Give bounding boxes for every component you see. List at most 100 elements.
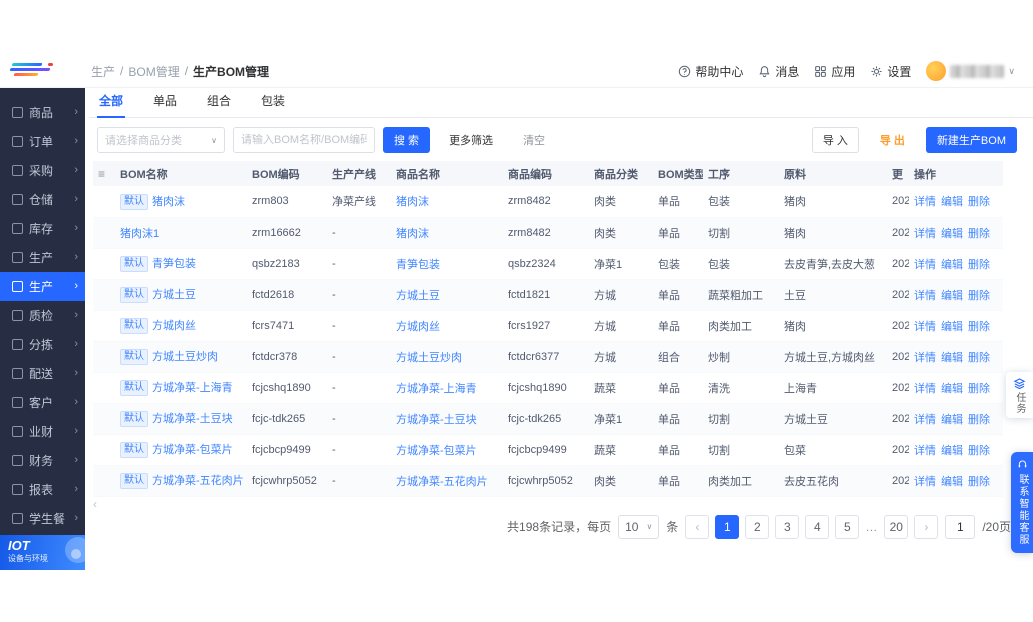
row-action-edit[interactable]: 编辑: [941, 259, 963, 271]
bom-name-link[interactable]: 方城土豆: [152, 289, 196, 301]
row-action-delete[interactable]: 删除: [968, 414, 990, 426]
user-menu[interactable]: ∨: [926, 61, 1015, 81]
sidebar-item-sorting[interactable]: 分拣 ›: [0, 330, 85, 359]
sidebar-item-finance[interactable]: 财务 ›: [0, 446, 85, 475]
import-button[interactable]: 导 入: [811, 127, 859, 153]
bom-name-link[interactable]: 猪肉沫1: [120, 228, 159, 240]
sidebar-item-production-2[interactable]: 生产 ›: [0, 272, 85, 301]
sidebar-item-products[interactable]: 商品 ›: [0, 98, 85, 127]
bom-name-link[interactable]: 方城净菜-五花肉片: [152, 475, 244, 487]
row-action-delete[interactable]: 删除: [968, 476, 990, 488]
product-name-link[interactable]: 方城净菜-上海青: [396, 383, 477, 395]
product-name-link[interactable]: 方城净菜-土豆块: [396, 414, 477, 426]
sidebar-item-delivery[interactable]: 配送 ›: [0, 359, 85, 388]
row-action-edit[interactable]: 编辑: [941, 414, 963, 426]
more-filters-button[interactable]: 更多筛选: [438, 127, 504, 153]
row-action-detail[interactable]: 详情: [914, 228, 936, 240]
page-button-20[interactable]: 20: [884, 514, 909, 539]
sidebar-item-production-1[interactable]: 生产 ›: [0, 243, 85, 272]
product-name-link[interactable]: 方城土豆炒肉: [396, 352, 462, 364]
page-size-select[interactable]: 10 ∨: [618, 514, 660, 539]
row-action-edit[interactable]: 编辑: [941, 476, 963, 488]
row-action-detail[interactable]: 详情: [914, 196, 936, 208]
sidebar-item-business-finance[interactable]: 业财 ›: [0, 417, 85, 446]
create-bom-button[interactable]: 新建生产BOM: [925, 127, 1017, 153]
product-name-link[interactable]: 青笋包装: [396, 259, 440, 271]
row-action-edit[interactable]: 编辑: [941, 383, 963, 395]
sidebar-item-orders[interactable]: 订单 ›: [0, 127, 85, 156]
row-action-detail[interactable]: 详情: [914, 290, 936, 302]
row-action-edit[interactable]: 编辑: [941, 321, 963, 333]
row-action-detail[interactable]: 详情: [914, 445, 936, 457]
tab-package[interactable]: 包装: [259, 92, 287, 117]
row-action-detail[interactable]: 详情: [914, 476, 936, 488]
tab-single[interactable]: 单品: [151, 92, 179, 117]
sidebar-item-reports[interactable]: 报表 ›: [0, 475, 85, 504]
help-center-button[interactable]: 帮助中心: [678, 63, 743, 80]
page-button-3[interactable]: 3: [775, 514, 800, 539]
keyword-input[interactable]: [241, 134, 367, 146]
row-action-edit[interactable]: 编辑: [941, 445, 963, 457]
row-action-edit[interactable]: 编辑: [941, 352, 963, 364]
row-action-delete[interactable]: 删除: [968, 196, 990, 208]
sidebar-item-quality[interactable]: 质检 ›: [0, 301, 85, 330]
page-button-4[interactable]: 4: [805, 514, 830, 539]
page-button-5[interactable]: 5: [835, 514, 860, 539]
task-float-button[interactable]: 任务: [1006, 372, 1033, 418]
row-action-delete[interactable]: 删除: [968, 228, 990, 240]
bom-name-link[interactable]: 猪肉沫: [152, 196, 185, 208]
row-action-edit[interactable]: 编辑: [941, 290, 963, 302]
apps-button[interactable]: 应用: [814, 63, 855, 80]
next-page-button[interactable]: ›: [914, 514, 939, 539]
page-jump-input[interactable]: [945, 514, 976, 539]
bom-name-link[interactable]: 青笋包装: [152, 258, 196, 270]
row-action-edit[interactable]: 编辑: [941, 228, 963, 240]
row-action-delete[interactable]: 删除: [968, 290, 990, 302]
product-name-link[interactable]: 方城净菜-五花肉片: [396, 476, 488, 488]
sidebar-item-purchasing[interactable]: 采购 ›: [0, 156, 85, 185]
tab-all[interactable]: 全部: [97, 92, 126, 118]
bom-name-link[interactable]: 方城净菜-土豆块: [152, 413, 233, 425]
product-name-link[interactable]: 猪肉沫: [396, 228, 429, 240]
row-action-delete[interactable]: 删除: [968, 383, 990, 395]
row-action-delete[interactable]: 删除: [968, 352, 990, 364]
search-button[interactable]: 搜 索: [383, 127, 431, 153]
tab-combo[interactable]: 组合: [205, 92, 233, 117]
sidebar-item-warehousing[interactable]: 仓储 ›: [0, 185, 85, 214]
export-button[interactable]: 导 出: [869, 127, 916, 153]
settings-button[interactable]: 设置: [870, 63, 911, 80]
breadcrumb-item[interactable]: BOM管理: [128, 63, 179, 80]
product-name-link[interactable]: 方城土豆: [396, 290, 440, 302]
row-action-detail[interactable]: 详情: [914, 383, 936, 395]
sidebar-item-student-meals[interactable]: 学生餐 ›: [0, 504, 85, 533]
contact-service-button[interactable]: 联系智能客服: [1011, 452, 1033, 553]
sidebar-item-customers[interactable]: 客户 ›: [0, 388, 85, 417]
bom-name-link[interactable]: 方城肉丝: [152, 320, 196, 332]
category-select[interactable]: 请选择商品分类 ∨: [97, 127, 225, 153]
breadcrumb-item[interactable]: 生产: [91, 63, 115, 80]
column-settings-icon[interactable]: ≡: [98, 167, 105, 181]
row-action-detail[interactable]: 详情: [914, 352, 936, 364]
row-action-edit[interactable]: 编辑: [941, 196, 963, 208]
row-action-detail[interactable]: 详情: [914, 414, 936, 426]
page-button-2[interactable]: 2: [745, 514, 770, 539]
clear-filters-button[interactable]: 清空: [512, 127, 556, 153]
row-action-delete[interactable]: 删除: [968, 259, 990, 271]
row-action-detail[interactable]: 详情: [914, 259, 936, 271]
row-select-cell: [93, 186, 115, 218]
bom-name-link[interactable]: 方城土豆炒肉: [152, 351, 218, 363]
prev-page-button[interactable]: ‹: [685, 514, 710, 539]
bom-name-link[interactable]: 方城净菜-上海青: [152, 382, 233, 394]
messages-button[interactable]: 消息: [758, 63, 799, 80]
row-action-detail[interactable]: 详情: [914, 321, 936, 333]
row-action-delete[interactable]: 删除: [968, 445, 990, 457]
sidebar-item-inventory[interactable]: 库存 ›: [0, 214, 85, 243]
row-action-delete[interactable]: 删除: [968, 321, 990, 333]
product-name-link[interactable]: 方城净菜-包菜片: [396, 445, 477, 457]
product-name-link[interactable]: 方城肉丝: [396, 321, 440, 333]
table-scroll-left-arrow[interactable]: ‹: [93, 497, 97, 511]
product-name-link[interactable]: 猪肉沫: [396, 196, 429, 208]
bom-name-link[interactable]: 方城净菜-包菜片: [152, 444, 233, 456]
sidebar-iot-panel[interactable]: IOT 设备与环境: [0, 535, 85, 570]
page-button-1[interactable]: 1: [715, 514, 740, 539]
